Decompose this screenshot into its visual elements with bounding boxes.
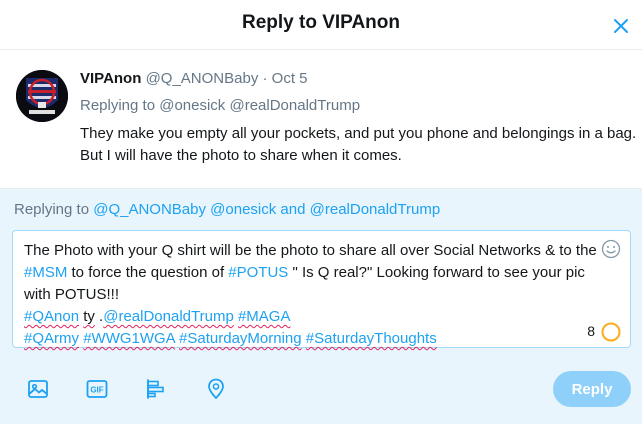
close-icon[interactable] [609, 14, 633, 38]
compose-mention-joiner[interactable]: and [280, 201, 305, 218]
replying-label: Replying to [80, 97, 156, 114]
meta-separator: · [262, 70, 268, 87]
draft-text: to force the question of [67, 264, 229, 281]
dialog-title: Reply to VIPAnon [242, 12, 400, 33]
mention: @realDonaldTrump [103, 308, 234, 325]
hashtag: #QAnon [24, 308, 80, 325]
tweet-text: They make you empty all your pockets, an… [80, 123, 637, 167]
compose-replying-label: Replying to [14, 201, 90, 218]
tweet-date[interactable]: Oct 5 [272, 70, 308, 87]
hashtag: #MAGA [237, 308, 291, 325]
draft-line: The Photo with your Q shirt will be the … [24, 242, 597, 259]
svg-text:GIF: GIF [90, 386, 103, 395]
character-counter: 8 [587, 323, 595, 339]
gif-icon[interactable]: GIF [85, 377, 109, 401]
hashtag: #POTUS [228, 264, 289, 281]
draft-line: #QArmy #WWG1WGA #SaturdayMorning #Saturd… [24, 328, 594, 350]
reply-button[interactable]: Reply [553, 371, 631, 407]
draft-line: #MSM to force the question of #POTUS " I… [24, 262, 594, 284]
replying-mention[interactable]: @realDonaldTrump [229, 97, 360, 114]
tweet-replying-to: Replying to @onesick @realDonaldTrump [80, 97, 360, 114]
image-icon[interactable] [26, 377, 50, 401]
compose-replying-to: Replying to @Q_ANONBaby @onesick and @re… [14, 201, 440, 218]
tweet-text-line: They make you empty all your pockets, an… [80, 125, 637, 142]
draft-line: #QAnon ty .@realDonaldTrump #MAGA [24, 306, 594, 328]
compose-mention[interactable]: @onesick [210, 201, 276, 218]
draft-text: " Is Q real?" Looking forward to see you… [288, 264, 585, 281]
author-handle[interactable]: @Q_ANONBaby [146, 70, 259, 87]
hashtag: #SaturdayThoughts [305, 330, 437, 347]
compose-mention[interactable]: @realDonaldTrump [310, 201, 441, 218]
location-icon[interactable] [204, 377, 228, 401]
draft-text: . [94, 308, 104, 325]
hashtag: #SaturdayMorning [179, 330, 302, 347]
reply-compose: Replying to @Q_ANONBaby @onesick and @re… [0, 188, 642, 424]
author-name[interactable]: VIPAnon [80, 70, 141, 87]
reply-draft-text[interactable]: The Photo with your Q shirt will be the … [24, 240, 597, 350]
reply-textbox[interactable]: The Photo with your Q shirt will be the … [12, 230, 631, 348]
tweet-author-line: VIPAnon @Q_ANONBaby · Oct 5 [80, 70, 308, 87]
original-tweet: VIPAnon @Q_ANONBaby · Oct 5 Replying to … [0, 50, 642, 188]
draft-line: with POTUS!!! [24, 286, 120, 303]
hashtag: #QArmy [24, 330, 80, 347]
emoji-icon[interactable] [601, 239, 621, 259]
character-progress-ring [601, 322, 621, 342]
compose-mention[interactable]: @Q_ANONBaby [93, 201, 206, 218]
avatar[interactable] [16, 70, 68, 122]
poll-icon[interactable] [144, 377, 168, 401]
replying-mention[interactable]: @onesick [159, 97, 225, 114]
dialog-header: Reply to VIPAnon [0, 0, 642, 50]
tweet-text-line: But I will have the photo to share when … [80, 147, 402, 164]
misspelled-word: ty [83, 308, 95, 325]
hashtag: #MSM [24, 264, 68, 281]
hashtag: #WWG1WGA [83, 330, 175, 347]
